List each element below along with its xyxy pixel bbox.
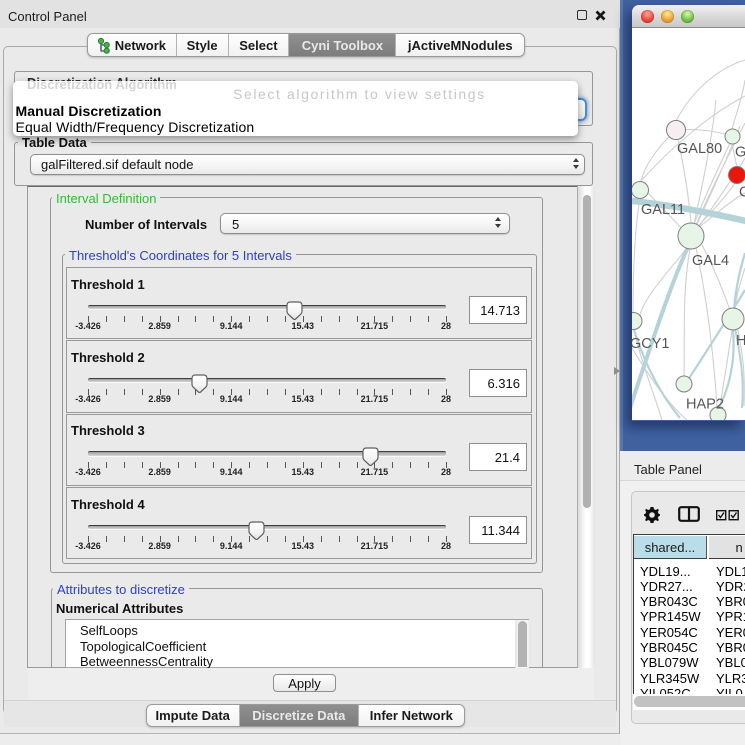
svg-text:GAL4: GAL4: [692, 253, 729, 269]
svg-text:GAL11: GAL11: [641, 202, 685, 218]
svg-text:GAL: GAL: [735, 145, 745, 161]
svg-text:HAP2: HAP2: [686, 397, 724, 413]
svg-text:GAL80: GAL80: [677, 141, 722, 157]
svg-text:H: H: [736, 333, 745, 349]
svg-text:GCY1: GCY1: [632, 336, 670, 352]
svg-text:C: C: [739, 185, 745, 201]
